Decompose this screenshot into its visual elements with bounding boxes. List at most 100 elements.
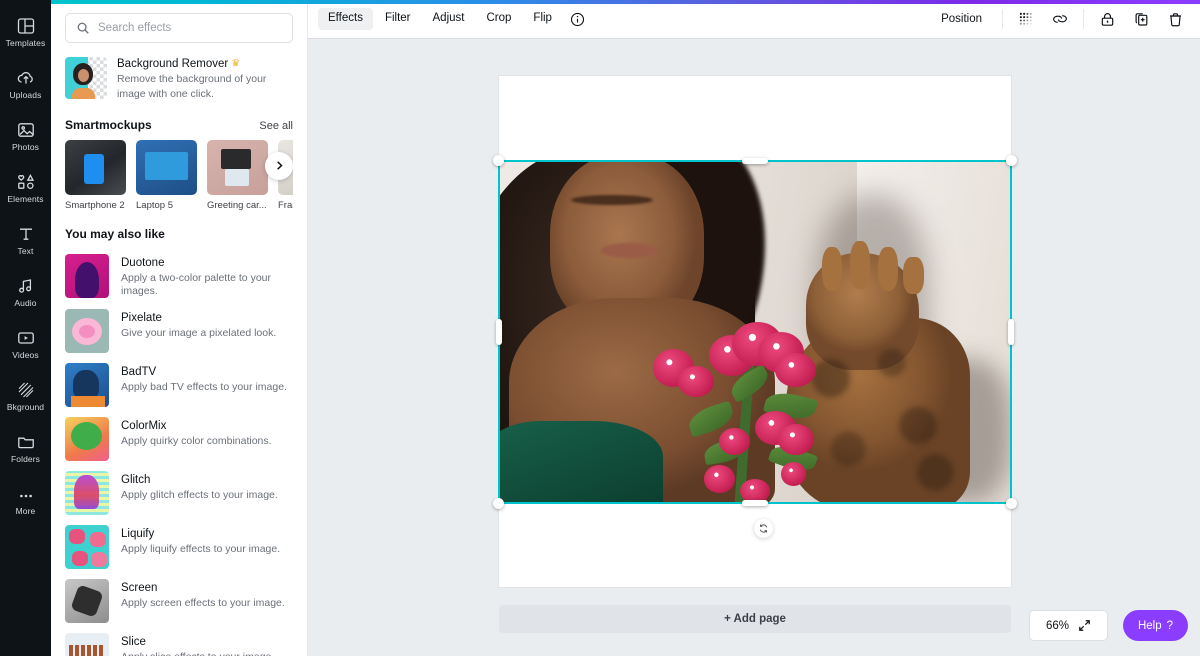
tab-adjust[interactable]: Adjust [423,8,475,30]
info-button[interactable] [570,12,585,27]
canvas-area[interactable]: + Add page [308,38,1200,656]
audio-icon [16,276,36,296]
resize-handle-left[interactable] [496,319,502,345]
templates-icon [16,16,36,36]
resize-handle-right[interactable] [1008,319,1014,345]
zoom-control[interactable]: 66% [1029,610,1108,641]
sidebar-item-folders[interactable]: Folders [0,422,51,474]
smartmockup-thumbnail [136,140,197,195]
smartmockup-card[interactable]: Smartphone 2 [65,140,126,211]
list-item[interactable]: ColorMix Apply quirky color combinations… [65,412,293,466]
list-item[interactable]: Duotone Apply a two-color palette to you… [65,249,293,304]
effect-name: BadTV [121,366,287,378]
tab-filter[interactable]: Filter [375,8,421,30]
tab-effects[interactable]: Effects [318,8,373,30]
list-item[interactable]: Screen Apply screen effects to your imag… [65,574,293,628]
position-button[interactable]: Position [933,9,990,29]
text-icon [16,224,36,244]
list-item[interactable]: Glitch Apply glitch effects to your imag… [65,466,293,520]
smartmockup-card[interactable]: Laptop 5 [136,140,197,211]
suggestions-title: You may also like [65,227,165,241]
effect-description: Apply a two-color palette to your images… [121,272,293,299]
background-icon [16,380,36,400]
background-remover-promo[interactable]: Background Remover ♛ Remove the backgrou… [65,57,293,102]
left-nav-rail: Templates Uploads Photos [0,0,51,656]
effect-thumbnail [65,525,109,569]
list-item[interactable]: Slice Apply slice effects to your image. [65,628,293,656]
help-label: Help [1138,620,1162,632]
smartmockup-card[interactable]: Greeting car... [207,140,268,211]
sidebar-item-background[interactable]: Bkground [0,370,51,422]
effect-text: BadTV Apply bad TV effects to your image… [121,363,287,395]
resize-handle-bottom[interactable] [742,500,768,506]
sync-icon [758,523,769,534]
effect-text: Liquify Apply liquify effects to your im… [121,525,280,557]
photos-icon [16,120,36,140]
smartmockups-see-all[interactable]: See all [259,120,293,132]
sidebar-label-more: More [16,507,36,516]
sidebar-item-more[interactable]: More [0,474,51,526]
search-icon [76,21,90,35]
effect-description: Apply bad TV effects to your image. [121,381,287,395]
sidebar-label-elements: Elements [7,195,43,204]
background-remover-thumbnail [65,57,107,99]
resize-handle-bottom-left[interactable] [493,498,504,509]
smartmockups-next-button[interactable] [265,152,293,180]
effect-text: Pixelate Give your image a pixelated loo… [121,309,276,341]
image-toolbar: Effects Filter Adjust Crop Flip Position [308,0,1200,38]
effect-thumbnail [65,254,109,298]
background-remover-text: Background Remover ♛ Remove the backgrou… [117,57,289,102]
sidebar-item-text[interactable]: Text [0,214,51,266]
effect-name: Pixelate [121,312,276,324]
resize-handle-bottom-right[interactable] [1006,498,1017,509]
elements-icon [16,172,36,192]
tab-flip[interactable]: Flip [523,8,562,30]
tab-crop[interactable]: Crop [476,8,521,30]
sidebar-label-folders: Folders [11,455,40,464]
toolbar-tabs: Effects Filter Adjust Crop Flip [318,8,585,30]
canva-editor-window: Templates Uploads Photos [0,0,1200,656]
sidebar-item-templates[interactable]: Templates [0,6,51,58]
resize-handle-top-right[interactable] [1006,155,1017,166]
list-item[interactable]: Liquify Apply liquify effects to your im… [65,520,293,574]
suggestions-header: You may also like [65,227,293,241]
sync-button[interactable] [754,519,773,538]
smartmockups-row: Smartphone 2 Laptop 5 Greeting car... Fr… [65,140,293,211]
toolbar-divider [1083,9,1084,29]
zoom-level: 66% [1046,620,1069,632]
smartmockups-header: Smartmockups See all [65,118,293,132]
toolbar-right: Position [933,8,1186,30]
resize-handle-top[interactable] [742,158,768,164]
list-item[interactable]: BadTV Apply bad TV effects to your image… [65,358,293,412]
effect-name: Liquify [121,528,280,540]
effect-text: Screen Apply screen effects to your imag… [121,579,285,611]
list-item[interactable]: Pixelate Give your image a pixelated loo… [65,304,293,358]
link-button[interactable] [1049,8,1071,30]
lock-button[interactable] [1096,8,1118,30]
search-input[interactable] [98,22,282,34]
background-remover-title: Background Remover [117,58,228,70]
sidebar-label-photos: Photos [12,143,39,152]
search-box[interactable] [65,13,293,43]
sidebar-item-elements[interactable]: Elements [0,162,51,214]
sidebar-label-audio: Audio [14,299,36,308]
duplicate-button[interactable] [1130,8,1152,30]
sidebar-item-photos[interactable]: Photos [0,110,51,162]
effect-thumbnail [65,633,109,656]
sidebar-item-audio[interactable]: Audio [0,266,51,318]
effect-thumbnail [65,579,109,623]
transparency-button[interactable] [1015,8,1037,30]
sidebar-label-templates: Templates [6,39,46,48]
sidebar-item-uploads[interactable]: Uploads [0,58,51,110]
add-page-bar[interactable]: + Add page [499,605,1011,633]
image-content [499,161,1011,503]
selected-image-element[interactable] [499,161,1011,503]
resize-handle-top-left[interactable] [493,155,504,166]
smartmockup-thumbnail [65,140,126,195]
effect-name: Duotone [121,257,293,269]
sidebar-item-videos[interactable]: Videos [0,318,51,370]
videos-icon [16,328,36,348]
help-button[interactable]: Help ? [1123,610,1188,641]
delete-button[interactable] [1164,8,1186,30]
delete-icon [1167,11,1184,28]
